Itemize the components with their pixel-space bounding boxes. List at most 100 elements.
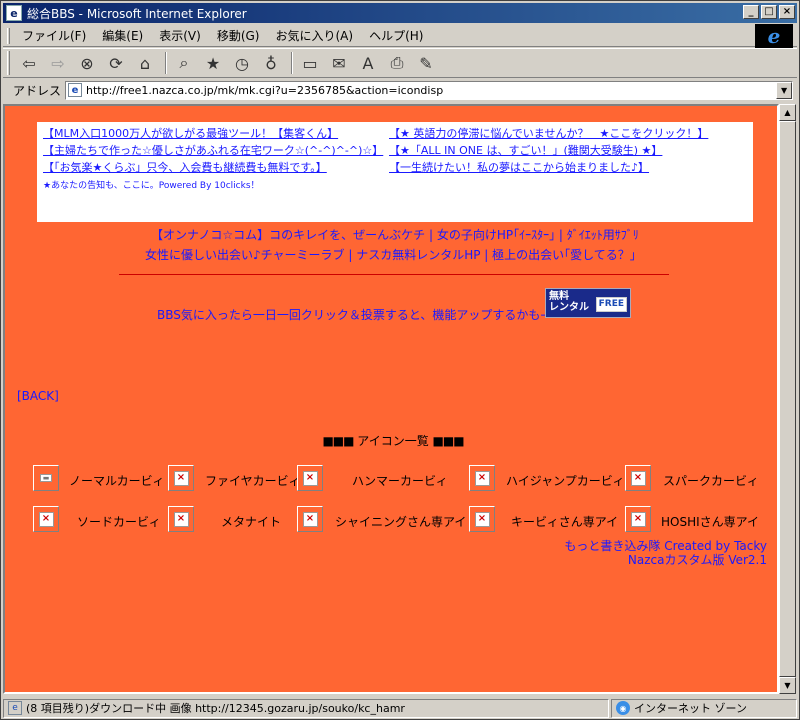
- icon-cell[interactable]: ×: [469, 506, 495, 532]
- menu-view[interactable]: 表示(V): [151, 27, 209, 44]
- menu-file[interactable]: ファイル(F): [14, 27, 94, 44]
- scroll-up-arrow[interactable]: ▲: [779, 104, 796, 121]
- icon-label: ノーマルカービィ: [69, 474, 165, 488]
- toolbar-separator: [165, 52, 167, 74]
- vertical-scrollbar[interactable]: ▲ ▼: [779, 104, 796, 694]
- icon-cell[interactable]: ×: [469, 465, 495, 491]
- title-marks-right: ■■■: [432, 434, 465, 448]
- menu-edit[interactable]: 編集(E): [94, 27, 151, 44]
- print-icon[interactable]: ⎙: [384, 51, 410, 75]
- status-text: (8 項目残り)ダウンロード中 画像 http://12345.gozaru.j…: [26, 702, 405, 715]
- broken-image-icon: ▬: [40, 474, 52, 482]
- icon-label: ハイジャンプカービィ: [506, 474, 625, 488]
- broken-image-icon: ×: [302, 511, 318, 527]
- menu-go[interactable]: 移動(G): [209, 27, 268, 44]
- ie-throbber-logo: e: [755, 24, 793, 48]
- icon-cell[interactable]: ×: [168, 465, 194, 491]
- address-url[interactable]: http://free1.nazca.co.jp/mk/mk.cgi?u=235…: [86, 84, 443, 97]
- refresh-icon[interactable]: ⟳: [103, 51, 129, 75]
- bbs-vote-text[interactable]: BBS気に入ったら一日一回クリック＆投票すると、機能アップするかも→: [157, 306, 550, 323]
- scroll-down-arrow[interactable]: ▼: [779, 677, 796, 694]
- icon-cell[interactable]: ×: [297, 506, 323, 532]
- icon-label: メタナイト: [221, 515, 282, 529]
- back-icon[interactable]: ⇦: [16, 51, 42, 75]
- font-icon[interactable]: A: [355, 51, 381, 75]
- icon-label: ソードカービィ: [77, 515, 161, 529]
- page-content: 【MLM入口1000万人が欲しがる最強ツール！【集客くん】 【主婦たちで作った☆…: [3, 104, 779, 694]
- ie-app-icon[interactable]: e: [6, 5, 22, 21]
- menu-bar: ファイル(F) 編集(E) 表示(V) 移動(G) お気に入り(A) ヘルプ(H…: [3, 25, 797, 47]
- security-zone: ◉ インターネット ゾーン: [611, 698, 797, 718]
- icon-label: ファイヤカービィ: [205, 474, 301, 488]
- broken-image-icon: ×: [630, 470, 646, 486]
- icon-label: シャイニングさん専アイ: [335, 515, 467, 529]
- address-label: アドレス: [13, 83, 62, 98]
- icon-cell[interactable]: ×: [625, 465, 651, 491]
- page-loading-icon: e: [8, 701, 22, 715]
- minimize-button[interactable]: _: [743, 5, 759, 19]
- title-marks-left: ■■■: [322, 434, 354, 448]
- icon-label: ハンマーカービィ: [352, 474, 448, 488]
- menu-help[interactable]: ヘルプ(H): [361, 27, 431, 44]
- status-bar: e (8 項目残り)ダウンロード中 画像 http://12345.gozaru…: [3, 697, 797, 719]
- window-controls: _ □ ×: [743, 5, 795, 19]
- icon-label: HOSHIさん専アイ: [661, 515, 760, 529]
- status-message: e (8 項目残り)ダウンロード中 画像 http://12345.gozaru…: [3, 698, 609, 718]
- address-input[interactable]: e http://free1.nazca.co.jp/mk/mk.cgi?u=2…: [65, 80, 794, 100]
- toolbar-grip[interactable]: [7, 51, 10, 75]
- favorites-icon[interactable]: ★: [200, 51, 226, 75]
- window-title: 総合BBS - Microsoft Internet Explorer: [27, 6, 247, 21]
- forward-icon[interactable]: ⇨: [45, 51, 71, 75]
- icon-list-heading: アイコン一覧: [357, 434, 429, 448]
- page-icon: e: [68, 83, 83, 97]
- ad-link-your-ad[interactable]: ★あなたの告知も、ここに。Powered By 10clicks！: [43, 178, 260, 191]
- broken-image-icon: ×: [474, 470, 490, 486]
- menu-favorites[interactable]: お気に入り(A): [267, 27, 361, 44]
- promo-links-row-2[interactable]: 女性に優しい出会い♪チャーミーラブ | ナスカ無料レンタルHP | 極上の出会い…: [145, 246, 636, 263]
- ad-link-housewife[interactable]: 【主婦たちで作った☆優しさがあふれる在宅ワーク☆(^-^)^-^)☆】: [43, 142, 383, 158]
- icon-cell[interactable]: ×: [625, 506, 651, 532]
- icon-cell[interactable]: ×: [168, 506, 194, 532]
- standard-toolbar: ⇦ ⇨ ⊗ ⟳ ⌂ ⌕ ★ ◷ ♁ ▭ ✉ A ⎙ ✎: [3, 48, 797, 78]
- icon-cell[interactable]: ×: [297, 465, 323, 491]
- home-icon[interactable]: ⌂: [132, 51, 158, 75]
- internet-globe-icon: ◉: [616, 701, 630, 715]
- back-link[interactable]: [BACK]: [17, 389, 59, 403]
- promo-links-row-1[interactable]: 【オンナノコ☆コム】コのキレイを、ぜーんぶケチ | 女の子向けHP｢ｲｰｽﾀｰ｣…: [151, 226, 639, 243]
- address-bar: アドレス e http://free1.nazca.co.jp/mk/mk.cg…: [3, 79, 797, 101]
- broken-image-icon: ×: [302, 470, 318, 486]
- close-button[interactable]: ×: [779, 5, 795, 19]
- icon-label: キービィさん専アイ: [511, 515, 619, 529]
- browser-window: e 総合BBS - Microsoft Internet Explorer _ …: [0, 0, 800, 720]
- icon-cell[interactable]: ▬: [33, 465, 59, 491]
- broken-image-icon: ×: [474, 511, 490, 527]
- history-icon[interactable]: ◷: [229, 51, 255, 75]
- free-rental-banner[interactable]: 無料 レンタル FREE: [545, 288, 631, 318]
- address-dropdown-button[interactable]: ▼: [776, 81, 793, 99]
- rental-banner-free: FREE: [595, 297, 627, 312]
- divider-line: [119, 274, 669, 275]
- edit-icon[interactable]: ✎: [413, 51, 439, 75]
- ad-link-dream[interactable]: 【一生続けたい！私の夢はここから始まりました♪】: [389, 159, 649, 175]
- icon-label: スパークカービィ: [663, 474, 759, 488]
- credit-line-1[interactable]: もっと書き込み隊 Created by Tacky: [564, 539, 767, 553]
- menu-grip[interactable]: [7, 27, 10, 44]
- channels-icon[interactable]: ♁: [258, 51, 284, 75]
- credit-line-2[interactable]: Nazcaカスタム版 Ver2.1: [564, 553, 767, 567]
- ad-link-okiraku[interactable]: 【「お気楽★くらぶ」只今、入会費も継続費も無料です。】: [43, 159, 327, 175]
- maximize-button[interactable]: □: [761, 5, 777, 19]
- broken-image-icon: ×: [173, 470, 189, 486]
- ad-link-mlm[interactable]: 【MLM入口1000万人が欲しがる最強ツール！【集客くん】: [43, 125, 338, 141]
- fullscreen-icon[interactable]: ▭: [297, 51, 323, 75]
- broken-image-icon: ×: [173, 511, 189, 527]
- scroll-thumb[interactable]: [779, 121, 796, 677]
- icon-cell[interactable]: ×: [33, 506, 59, 532]
- mail-icon[interactable]: ✉: [326, 51, 352, 75]
- ad-link-english[interactable]: 【★ 英語力の停滞に悩んでいませんか？ ★ここをクリック！】: [389, 125, 708, 141]
- search-icon[interactable]: ⌕: [171, 51, 197, 75]
- toolbar-separator: [291, 52, 293, 74]
- ad-link-allinone[interactable]: 【★「ALL IN ONE は、すごい！」(難関大受験生) ★】: [389, 142, 662, 158]
- credit-block: もっと書き込み隊 Created by Tacky Nazcaカスタム版 Ver…: [564, 539, 767, 567]
- stop-icon[interactable]: ⊗: [74, 51, 100, 75]
- zone-text: インターネット ゾーン: [634, 702, 747, 715]
